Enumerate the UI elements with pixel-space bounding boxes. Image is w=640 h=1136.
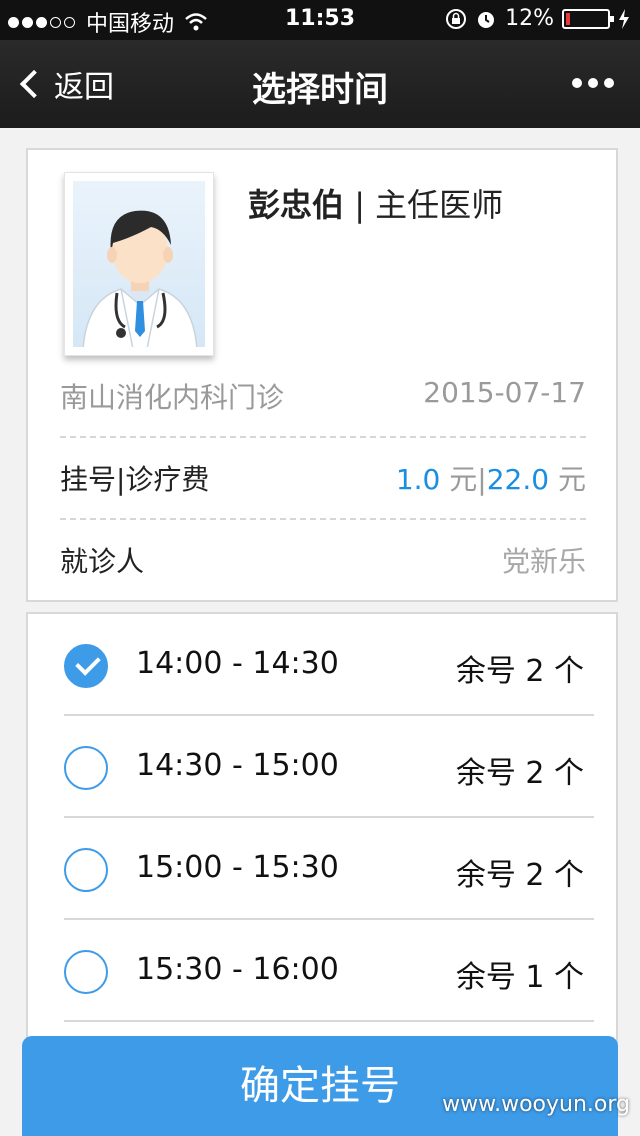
battery-level — [566, 12, 570, 25]
radio-unchecked-icon[interactable] — [64, 848, 108, 892]
status-bar: 中国移动 11:53 12% — [0, 0, 640, 40]
time-slot[interactable]: 15:30 - 16:00 余号 1 个 — [64, 920, 594, 1022]
slot-time: 14:30 - 15:00 — [136, 748, 339, 783]
slot-time: 15:00 - 15:30 — [136, 850, 339, 885]
treatment-fee: 22.0 — [486, 463, 550, 496]
slot-time: 14:00 - 14:30 — [136, 646, 339, 681]
registration-fee: 1.0 — [395, 463, 441, 496]
divider — [60, 518, 586, 520]
confirm-registration-button[interactable]: 确定挂号 — [22, 1036, 618, 1136]
patient-label: 就诊人 — [60, 545, 145, 578]
slot-remaining: 余号 2 个 — [455, 654, 584, 689]
rotation-lock-icon — [446, 8, 467, 29]
fee-label: 挂号|诊疗费 — [60, 463, 210, 496]
more-button[interactable] — [566, 78, 614, 88]
slot-time: 15:30 - 16:00 — [136, 952, 339, 987]
page-title: 选择时间 — [252, 70, 388, 110]
radio-unchecked-icon[interactable] — [64, 746, 108, 790]
slot-remaining: 余号 2 个 — [455, 858, 584, 893]
radio-unchecked-icon[interactable] — [64, 950, 108, 994]
battery-percent: 12% — [505, 6, 554, 31]
patient-name: 党新乐 — [501, 545, 586, 578]
doctor-avatar — [64, 172, 214, 356]
alarm-icon — [478, 11, 495, 28]
fee-value: 1.0 元|22.0 元 — [396, 458, 586, 498]
time-slot[interactable]: 15:00 - 15:30 余号 2 个 — [64, 818, 594, 920]
more-dots-icon — [572, 78, 582, 88]
time-slot[interactable]: 14:30 - 15:00 余号 2 个 — [64, 716, 594, 818]
patient-row[interactable]: 就诊人 党新乐 — [60, 540, 586, 580]
doctor-title: | 主任医师 — [354, 186, 504, 224]
doctor-name: 彭忠伯 — [248, 186, 345, 224]
slot-remaining: 余号 2 个 — [455, 756, 584, 791]
department-row: 南山消化内科门诊 2015-07-17 — [60, 376, 586, 416]
fee-row: 挂号|诊疗费 1.0 元|22.0 元 — [60, 458, 586, 498]
nav-bar: 返回 选择时间 — [0, 40, 640, 128]
watermark: www.wooyun.org — [442, 1092, 630, 1117]
doctor-avatar-icon — [82, 210, 198, 347]
radio-checked-icon[interactable] — [64, 644, 108, 688]
doctor-name-line: 彭忠伯 | 主任医师 — [248, 180, 503, 226]
slot-remaining: 余号 1 个 — [455, 960, 584, 995]
registration-fee-unit: 元 — [449, 463, 478, 496]
divider — [60, 436, 586, 438]
battery-icon — [562, 8, 614, 29]
time-slot[interactable]: 14:00 - 14:30 余号 2 个 — [64, 614, 594, 716]
doctor-card: 彭忠伯 | 主任医师 南山消化内科门诊 2015-07-17 挂号|诊疗费 1.… — [26, 148, 618, 602]
charging-icon — [619, 8, 629, 29]
treatment-fee-unit: 元 — [557, 463, 586, 496]
fee-separator: | — [477, 463, 487, 496]
status-right: 12% — [437, 6, 630, 31]
department-name: 南山消化内科门诊 — [60, 381, 285, 414]
appointment-date: 2015-07-17 — [423, 376, 586, 409]
